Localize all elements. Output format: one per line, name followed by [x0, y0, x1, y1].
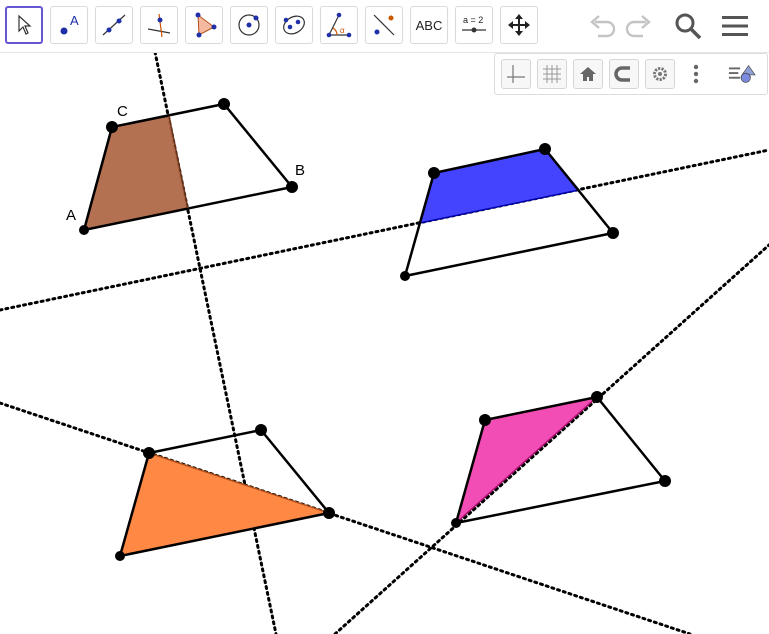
quadrilateral-2[interactable] — [400, 143, 619, 281]
perpendicular-line-tool-button[interactable] — [140, 6, 178, 44]
slider-tool-button[interactable]: a = 2 — [455, 6, 493, 44]
label-C: C — [117, 103, 128, 120]
more-options-button[interactable] — [681, 59, 711, 89]
conic-tool-button[interactable] — [275, 6, 313, 44]
standard-view-button[interactable] — [573, 59, 603, 89]
point-A[interactable] — [79, 225, 89, 235]
main-menu-button[interactable] — [717, 8, 753, 44]
menu-icon — [722, 16, 748, 36]
vertex-q4-2[interactable] — [591, 391, 603, 403]
vertex-q2-4[interactable] — [400, 271, 410, 281]
toolbar: A α ABC a = 2 — [0, 0, 769, 53]
angle-tool-button[interactable]: α — [320, 6, 358, 44]
graphics-view[interactable]: A B C — [0, 0, 769, 634]
svg-text:a = 2: a = 2 — [463, 15, 483, 25]
point-capturing-icon — [614, 66, 630, 82]
vertex-q4-1[interactable] — [479, 414, 491, 426]
label-A: A — [66, 207, 76, 224]
reflect-tool-button[interactable] — [365, 6, 403, 44]
svg-text:A: A — [70, 13, 79, 28]
quadrilateral-3[interactable] — [115, 424, 335, 561]
mirror-line-4[interactable] — [333, 243, 769, 634]
svg-text:α: α — [340, 26, 345, 35]
angle-icon: α — [326, 12, 352, 38]
undo-icon — [590, 15, 616, 38]
line-tool-button[interactable] — [95, 6, 133, 44]
vertex-q3-4[interactable] — [115, 551, 125, 561]
toggle-style-bar-icon — [728, 64, 756, 83]
polygon-tool-button[interactable] — [185, 6, 223, 44]
point-capturing-button[interactable] — [609, 59, 639, 89]
undo-button[interactable] — [585, 8, 621, 44]
point-tool-button[interactable]: A — [50, 6, 88, 44]
axes-toggle-button[interactable] — [501, 59, 531, 89]
ellipse-icon — [283, 15, 305, 35]
mirror-line-3[interactable] — [0, 401, 692, 634]
settings-icon — [653, 67, 667, 81]
cursor-arrow-icon — [18, 14, 32, 35]
axes-icon — [507, 65, 525, 83]
vertex-top-right[interactable] — [218, 98, 230, 110]
slider-icon: a = 2 — [462, 15, 486, 33]
vertex-q3-3[interactable] — [323, 507, 335, 519]
redo-icon — [625, 15, 651, 38]
move-graphics-view-icon — [508, 14, 530, 36]
redo-button[interactable] — [620, 8, 656, 44]
quadrilateral-1[interactable]: A B C — [66, 98, 305, 235]
search-icon — [675, 13, 702, 40]
grid-icon — [543, 65, 561, 83]
vertex-q3-1[interactable] — [143, 447, 155, 459]
line-through-points-icon — [102, 14, 126, 36]
toggle-style-bar-button[interactable] — [727, 59, 757, 89]
graphics-settings-button[interactable] — [645, 59, 675, 89]
more-vert-icon — [693, 64, 699, 84]
vertex-q4-3[interactable] — [659, 475, 671, 487]
move-tool-button[interactable] — [5, 6, 43, 44]
text-tool-button[interactable]: ABC — [410, 6, 448, 44]
search-button[interactable] — [670, 8, 706, 44]
point-a-icon: A — [60, 13, 79, 35]
vertex-q3-2[interactable] — [255, 424, 267, 436]
circle-tool-button[interactable] — [230, 6, 268, 44]
standard-view-icon — [580, 67, 596, 81]
style-bar — [494, 53, 768, 95]
pink-region — [454, 395, 600, 526]
grid-toggle-button[interactable] — [537, 59, 567, 89]
vertex-q2-2[interactable] — [539, 143, 551, 155]
polygon-icon — [195, 12, 217, 38]
vertex-q4-4[interactable] — [451, 518, 461, 528]
move-graphics-tool-button[interactable] — [500, 6, 538, 44]
point-B[interactable] — [286, 181, 298, 193]
perpendicular-line-icon — [147, 13, 171, 38]
circle-center-point-icon — [238, 14, 260, 36]
vertex-q2-3[interactable] — [607, 227, 619, 239]
point-C[interactable] — [106, 121, 118, 133]
label-B: B — [295, 162, 305, 179]
text-icon: ABC — [415, 17, 443, 33]
vertex-q2-1[interactable] — [428, 167, 440, 179]
orange-region — [118, 452, 332, 557]
quadrilateral-4[interactable] — [451, 391, 671, 528]
reflect-about-line-icon — [373, 14, 395, 36]
